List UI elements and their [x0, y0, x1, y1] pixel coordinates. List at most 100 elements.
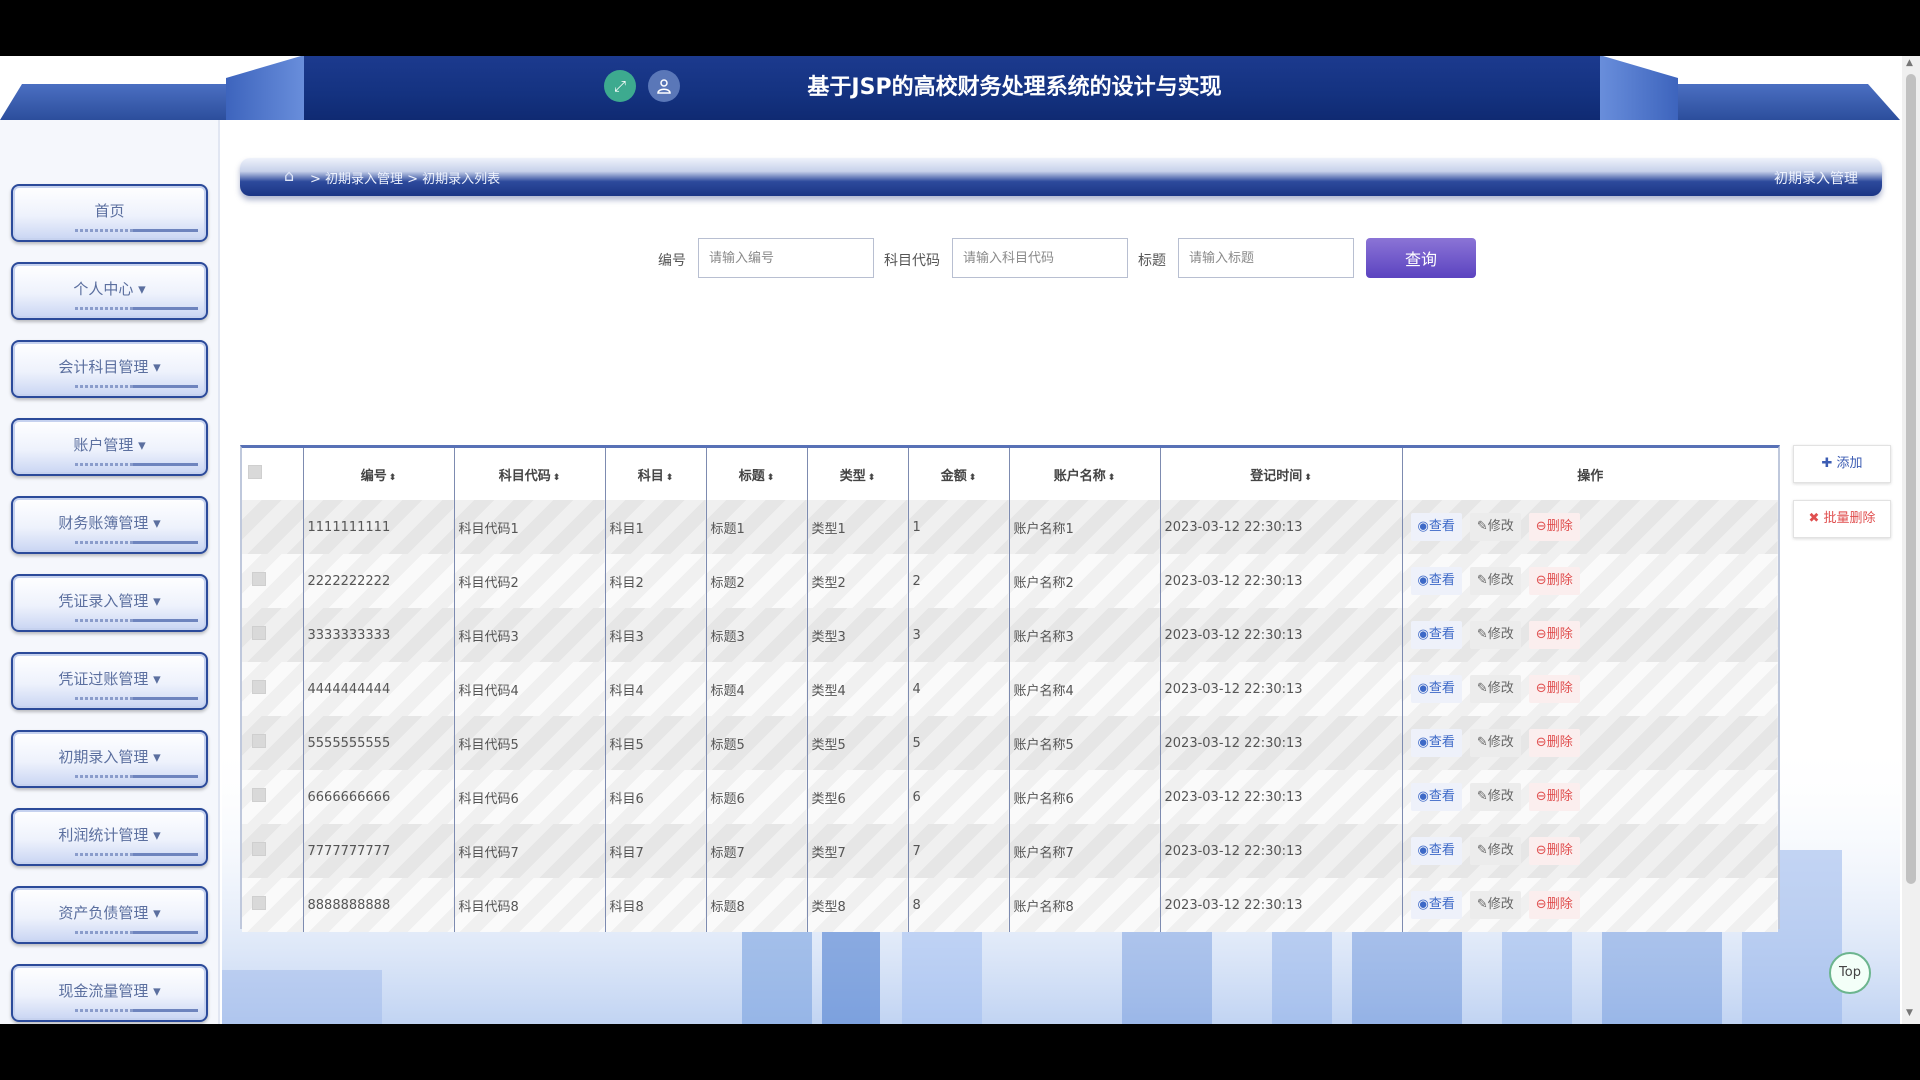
- header-subject-code[interactable]: 科目代码 ⬍: [454, 448, 606, 500]
- page-scrollbar[interactable]: ▲ ▼: [1902, 56, 1920, 1024]
- scroll-up-icon[interactable]: ▲: [1906, 58, 1913, 68]
- row-select-cell[interactable]: [242, 608, 304, 662]
- edit-button[interactable]: ✎修改: [1469, 729, 1521, 757]
- header-account-name[interactable]: 账户名称 ⬍: [1009, 448, 1161, 500]
- header-amount[interactable]: 金额 ⬍: [908, 448, 1010, 500]
- user-icon[interactable]: [648, 70, 680, 102]
- view-button[interactable]: ◉查看: [1410, 567, 1462, 595]
- header-code[interactable]: 编号 ⬍: [303, 448, 455, 500]
- row-checkbox[interactable]: [252, 896, 266, 910]
- view-button[interactable]: ◉查看: [1410, 891, 1462, 919]
- edit-button[interactable]: ✎修改: [1469, 675, 1521, 703]
- row-select-cell[interactable]: [242, 824, 304, 878]
- select-all-checkbox[interactable]: [248, 465, 262, 479]
- delete-button[interactable]: ⊖删除: [1528, 621, 1580, 649]
- code-input[interactable]: [698, 238, 874, 278]
- table-row[interactable]: 6666666666 科目代码6 科目6 标题6 类型6 6 账户名称6 2023-03-12…: [242, 770, 1778, 824]
- edit-button[interactable]: ✎修改: [1469, 837, 1521, 865]
- row-checkbox[interactable]: [252, 626, 266, 640]
- delete-button[interactable]: ⊖删除: [1528, 783, 1580, 811]
- breadcrumb-section-title: 初期录入管理: [1774, 171, 1858, 187]
- view-button[interactable]: ◉查看: [1410, 837, 1462, 865]
- sidebar-item[interactable]: 首页: [11, 184, 208, 242]
- sidebar-item[interactable]: 资产负债管理 ▾: [11, 886, 208, 944]
- sidebar-item[interactable]: 财务账簿管理 ▾: [11, 496, 208, 554]
- view-button[interactable]: ◉查看: [1410, 621, 1462, 649]
- view-button[interactable]: ◉查看: [1410, 783, 1462, 811]
- delete-button[interactable]: ⊖删除: [1528, 837, 1580, 865]
- title-input[interactable]: [1178, 238, 1354, 278]
- row-checkbox[interactable]: [252, 842, 266, 856]
- sidebar-item-label: 个人中心 ▾: [73, 280, 146, 298]
- sidebar-item[interactable]: 凭证过账管理 ▾: [11, 652, 208, 710]
- view-button[interactable]: ◉查看: [1410, 675, 1462, 703]
- cell-account-name: 账户名称4: [1009, 662, 1161, 716]
- table-row[interactable]: 3333333333 科目代码3 科目3 标题3 类型3 3 账户名称3 2023-03-12…: [242, 608, 1778, 662]
- view-button[interactable]: ◉查看: [1410, 513, 1462, 541]
- add-button[interactable]: ✚ 添加: [1793, 445, 1891, 483]
- row-select-cell[interactable]: [242, 662, 304, 716]
- header-register-time[interactable]: 登记时间 ⬍: [1160, 448, 1403, 500]
- edit-button[interactable]: ✎修改: [1469, 567, 1521, 595]
- edit-button[interactable]: ✎修改: [1469, 891, 1521, 919]
- row-checkbox[interactable]: [252, 734, 266, 748]
- row-select-cell[interactable]: [242, 554, 304, 608]
- sidebar-item[interactable]: 会计科目管理 ▾: [11, 340, 208, 398]
- table-row[interactable]: 4444444444 科目代码4 科目4 标题4 类型4 4 账户名称4 2023-03-12…: [242, 662, 1778, 716]
- header-title[interactable]: 标题 ⬍: [706, 448, 808, 500]
- expand-icon[interactable]: ⤢: [604, 70, 636, 102]
- cell-actions: ◉查看 ✎修改 ⊖删除: [1402, 554, 1778, 608]
- sidebar-item[interactable]: 初期录入管理 ▾: [11, 730, 208, 788]
- cell-register-time: 2023-03-12 22:30:13: [1160, 554, 1403, 608]
- edit-button[interactable]: ✎修改: [1469, 621, 1521, 649]
- sidebar: 首页个人中心 ▾ 会计科目管理 ▾ 账户管理 ▾ 财务账簿管理 ▾ 凭证录入管理 ▾ 凭证…: [0, 120, 220, 1024]
- home-icon[interactable]: ⌂: [284, 166, 294, 185]
- cell-amount: 6: [908, 770, 1010, 824]
- row-checkbox[interactable]: [252, 788, 266, 802]
- delete-button[interactable]: ⊖删除: [1528, 891, 1580, 919]
- delete-button[interactable]: ⊖删除: [1528, 513, 1580, 541]
- cell-actions: ◉查看 ✎修改 ⊖删除: [1402, 716, 1778, 770]
- row-select-cell[interactable]: [242, 878, 304, 932]
- cell-type: 类型6: [807, 770, 909, 824]
- sidebar-item[interactable]: 利润统计管理 ▾: [11, 808, 208, 866]
- delete-button[interactable]: ⊖删除: [1528, 675, 1580, 703]
- cell-amount: 4: [908, 662, 1010, 716]
- eye-icon: ◉: [1417, 789, 1429, 804]
- back-to-top-button[interactable]: Top: [1829, 952, 1871, 994]
- row-select-cell[interactable]: [242, 716, 304, 770]
- table-row[interactable]: 7777777777 科目代码7 科目7 标题7 类型7 7 账户名称7 2023-03-12…: [242, 824, 1778, 878]
- view-button[interactable]: ◉查看: [1410, 729, 1462, 757]
- edit-button[interactable]: ✎修改: [1469, 513, 1521, 541]
- row-select-cell[interactable]: [242, 770, 304, 824]
- pencil-icon: ✎: [1476, 519, 1488, 534]
- eye-icon: ◉: [1417, 573, 1429, 588]
- header-subject[interactable]: 科目 ⬍: [605, 448, 707, 500]
- sidebar-item[interactable]: 凭证录入管理 ▾: [11, 574, 208, 632]
- sidebar-item[interactable]: 个人中心 ▾: [11, 262, 208, 320]
- delete-button-label: 删除: [1546, 573, 1573, 588]
- delete-button[interactable]: ⊖删除: [1528, 729, 1580, 757]
- sidebar-item[interactable]: 现金流量管理 ▾: [11, 964, 208, 1022]
- batch-delete-button[interactable]: ✖ 批量删除: [1793, 500, 1891, 538]
- delete-button[interactable]: ⊖删除: [1528, 567, 1580, 595]
- cell-amount: 3: [908, 608, 1010, 662]
- table-row[interactable]: 5555555555 科目代码5 科目5 标题5 类型5 5 账户名称5 2023-03-12…: [242, 716, 1778, 770]
- minus-circle-icon: ⊖: [1535, 843, 1547, 858]
- table-row[interactable]: 1111111111 科目代码1 科目1 标题1 类型1 1 账户名称1 2023-03-12…: [242, 500, 1778, 554]
- row-checkbox[interactable]: [252, 572, 266, 586]
- table-row[interactable]: 8888888888 科目代码8 科目8 标题8 类型8 8 账户名称8 2023-03-12…: [242, 878, 1778, 932]
- table-row[interactable]: 2222222222 科目代码2 科目2 标题2 类型2 2 账户名称2 2023-03-12…: [242, 554, 1778, 608]
- scroll-down-icon[interactable]: ▼: [1906, 1008, 1913, 1018]
- sidebar-item[interactable]: 账户管理 ▾: [11, 418, 208, 476]
- row-checkbox[interactable]: [252, 680, 266, 694]
- query-button[interactable]: 查询: [1366, 238, 1476, 278]
- subject-code-input[interactable]: [952, 238, 1128, 278]
- cell-register-time: 2023-03-12 22:30:13: [1160, 716, 1403, 770]
- edit-button-label: 修改: [1487, 789, 1514, 804]
- row-select-cell[interactable]: [242, 500, 304, 554]
- select-all-header[interactable]: [242, 448, 304, 500]
- scroll-thumb[interactable]: [1906, 74, 1916, 884]
- edit-button[interactable]: ✎修改: [1469, 783, 1521, 811]
- header-type[interactable]: 类型 ⬍: [807, 448, 909, 500]
